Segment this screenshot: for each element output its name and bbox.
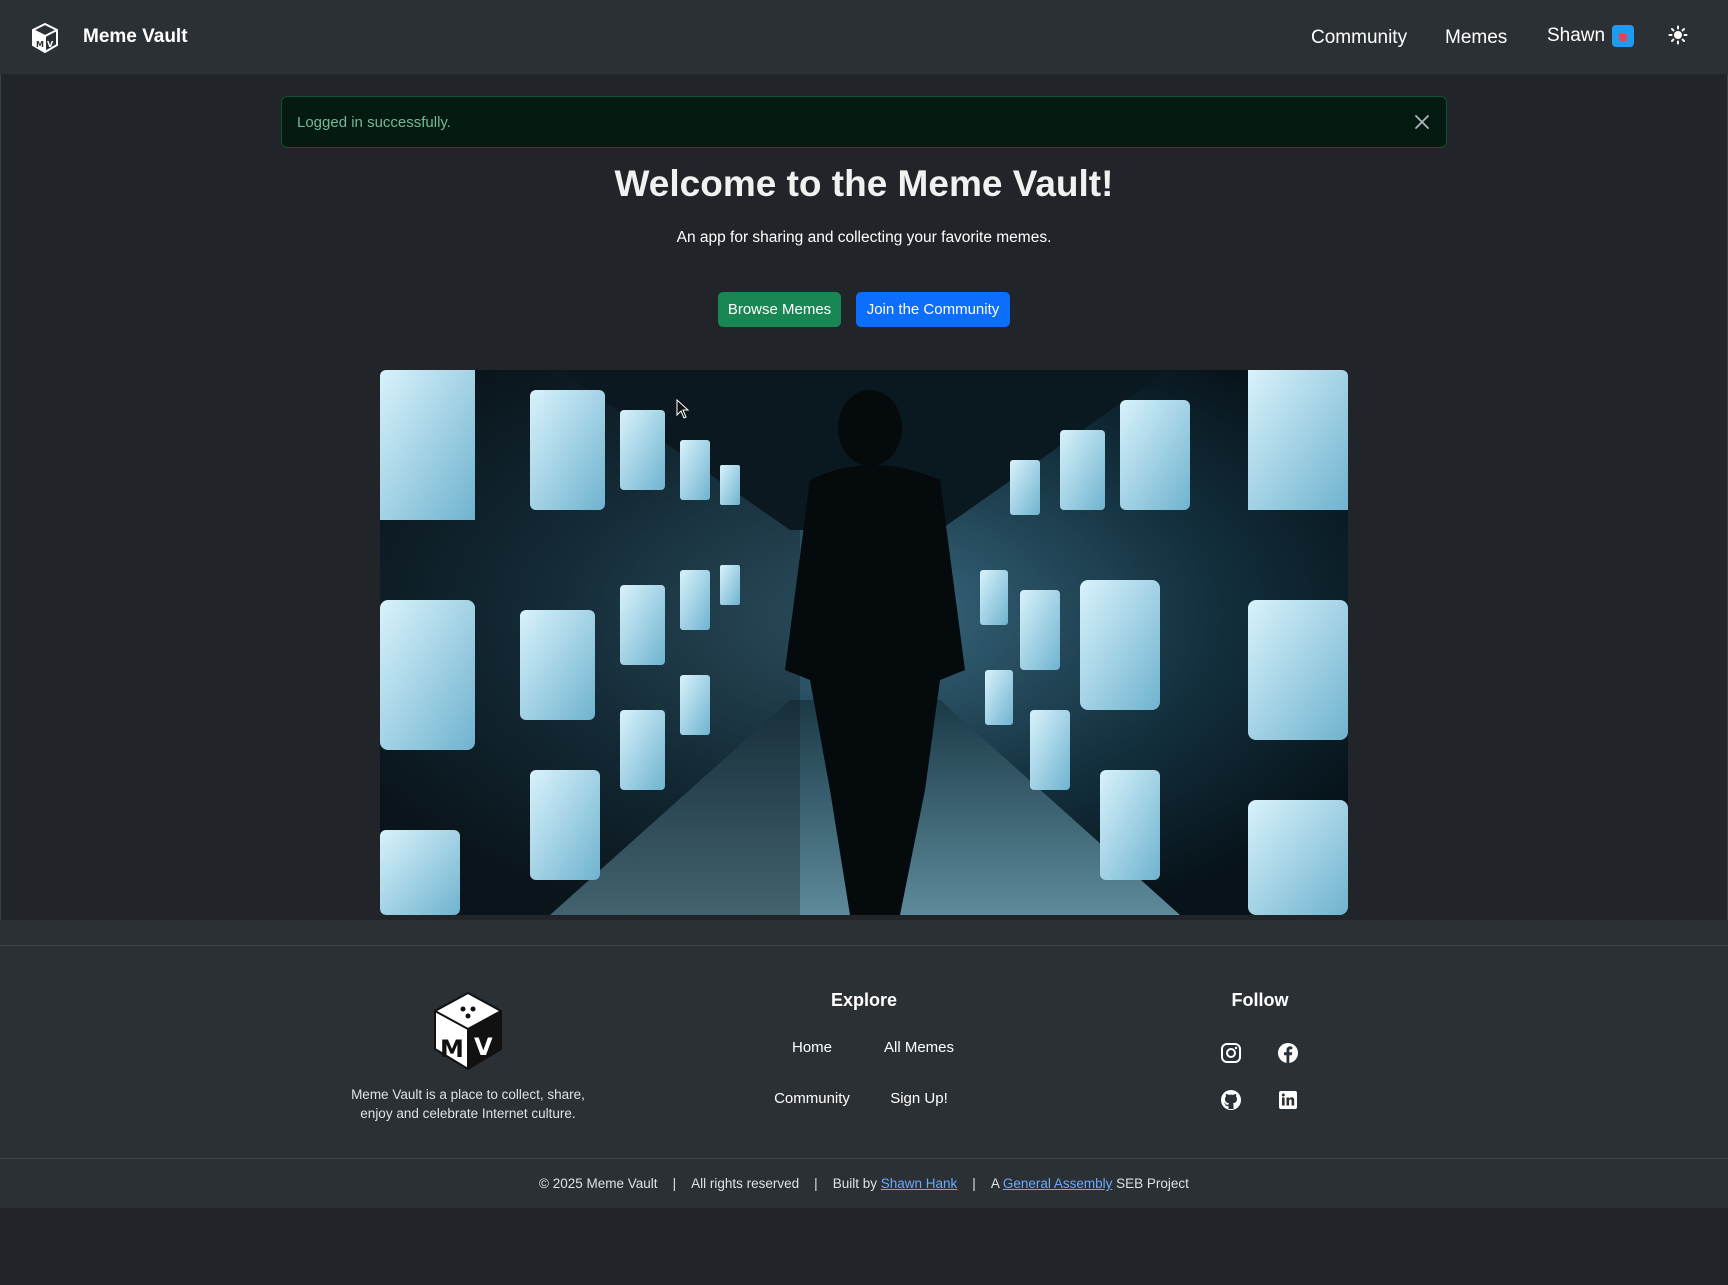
svg-text:V: V — [474, 1033, 493, 1061]
footer-link-home[interactable]: Home — [752, 1039, 872, 1056]
footer-link-sign-up[interactable]: Sign Up! — [859, 1090, 979, 1107]
join-community-button[interactable]: Join the Community — [856, 292, 1010, 327]
footer-link-all-memes[interactable]: All Memes — [859, 1039, 979, 1056]
sun-icon[interactable] — [1668, 25, 1688, 45]
copyright-text: © 2025 Meme Vault — [539, 1176, 658, 1191]
page-bottom — [0, 1208, 1728, 1285]
navbar: M V Meme Vault Community Memes Shawn — [0, 0, 1728, 74]
footer-description: Meme Vault is a place to collect, share,… — [340, 1085, 596, 1123]
rights-text: All rights reserved — [691, 1176, 800, 1191]
facebook-icon[interactable] — [1277, 1042, 1299, 1064]
footer-follow-heading: Follow — [1231, 990, 1289, 1010]
close-icon[interactable] — [1412, 112, 1432, 132]
nav-community-link[interactable]: Community — [1311, 27, 1407, 49]
footer-description-line1: Meme Vault is a place to collect, share, — [351, 1087, 585, 1102]
success-alert: Logged in successfully. — [281, 96, 1447, 148]
browse-memes-button[interactable]: Browse Memes — [718, 292, 841, 327]
copyright-bar: © 2025 Meme Vault | All rights reserved … — [0, 1159, 1728, 1208]
author-link[interactable]: Shawn Hank — [881, 1176, 958, 1191]
page-title: Welcome to the Meme Vault! — [614, 163, 1114, 204]
project-suffix: SEB Project — [1112, 1176, 1189, 1191]
github-icon[interactable] — [1220, 1089, 1242, 1111]
svg-text:M: M — [36, 40, 44, 49]
alert-message: Logged in successfully. — [297, 113, 451, 131]
instagram-icon[interactable] — [1220, 1042, 1242, 1064]
footer-link-community[interactable]: Community — [752, 1090, 872, 1107]
avatar — [1612, 25, 1635, 47]
footer-description-line2: enjoy and celebrate Internet culture. — [360, 1106, 576, 1121]
footer-separator — [0, 920, 1728, 946]
svg-text:M: M — [440, 1035, 464, 1063]
linkedin-icon[interactable] — [1277, 1089, 1299, 1111]
meme-vault-cube-icon[interactable]: M V — [31, 23, 59, 53]
meme-vault-logo: M V — [434, 991, 502, 1071]
brand-name[interactable]: Meme Vault — [83, 26, 188, 48]
mouse-cursor-icon — [676, 399, 690, 419]
footer-explore-heading: Explore — [830, 990, 898, 1010]
built-by-text: Built by — [832, 1176, 881, 1191]
nav-memes-link[interactable]: Memes — [1445, 27, 1507, 49]
nav-user-menu[interactable]: Shawn — [1547, 25, 1635, 47]
svg-text:V: V — [47, 40, 54, 49]
org-prefix: A — [990, 1176, 1003, 1191]
general-assembly-link[interactable]: General Assembly — [1003, 1176, 1113, 1191]
hero-image — [380, 370, 1348, 915]
hero-illustration — [380, 370, 1348, 915]
page-subtitle: An app for sharing and collecting your f… — [676, 229, 1052, 246]
user-name: Shawn — [1547, 25, 1606, 46]
